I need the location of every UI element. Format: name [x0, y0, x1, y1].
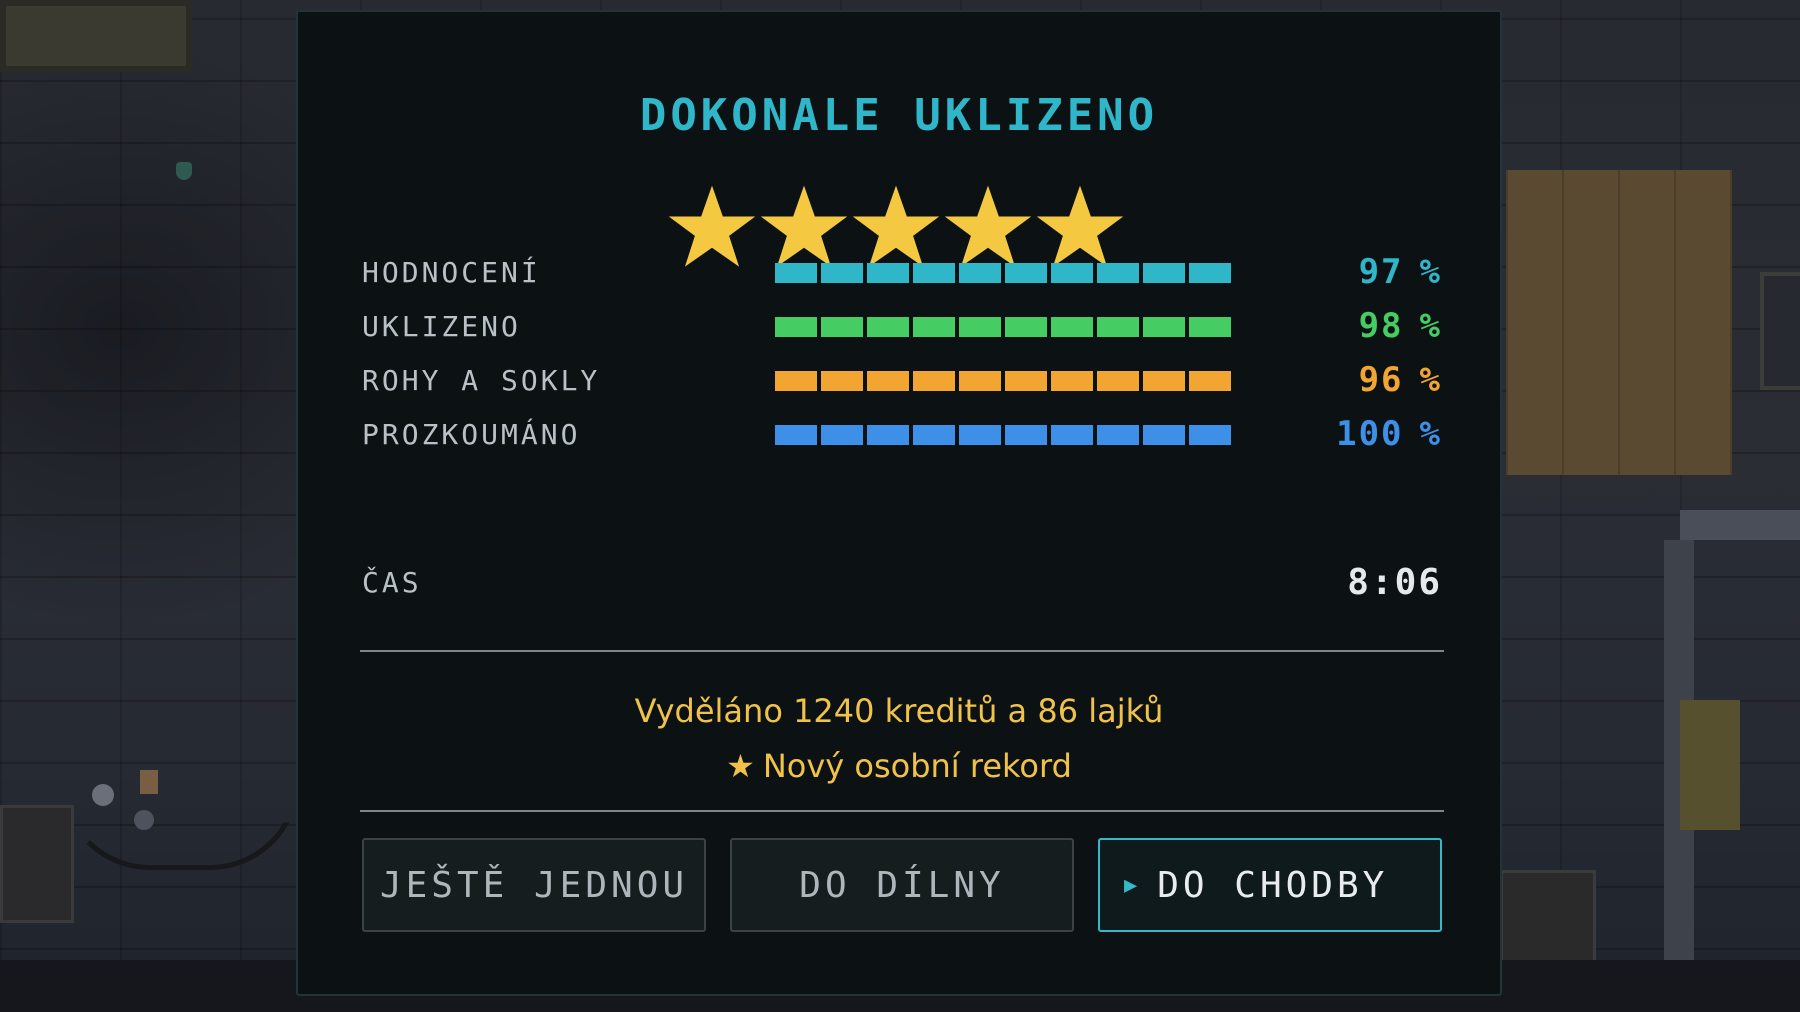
results-title: DOKONALE UKLIZENO [639, 90, 1159, 141]
pipe [1680, 510, 1800, 540]
progress-segment [1143, 371, 1185, 391]
play-again-button[interactable]: JEŠTĚ JEDNOU [362, 838, 706, 932]
progress-segment [1005, 317, 1047, 337]
machine [0, 805, 74, 923]
progress-segment [959, 425, 1001, 445]
progress-segment [867, 425, 909, 445]
progress-segment [1189, 263, 1231, 283]
cabinet [1500, 870, 1596, 966]
progress-segment [1189, 317, 1231, 337]
stat-row: UKLIZENO 98% [362, 306, 1442, 346]
stat-number: 97 [1358, 252, 1404, 292]
progress-segment [913, 317, 955, 337]
stat-row: ROHY A SOKLY 96% [362, 360, 1442, 400]
play-again-label: JEŠTĚ JEDNOU [379, 864, 689, 906]
record-text: Nový osobní rekord [762, 747, 1072, 785]
progress-segment [1189, 371, 1231, 391]
stat-label: UKLIZENO [362, 310, 521, 343]
progress-segment [1051, 371, 1093, 391]
workshop-button[interactable]: DO DÍLNY [730, 838, 1074, 932]
stat-row: PROZKOUMÁNO 100% [362, 414, 1442, 454]
progress-segment [821, 263, 863, 283]
stat-unit: % [1419, 414, 1442, 454]
stat-label: PROZKOUMÁNO [362, 418, 581, 451]
stat-unit: % [1419, 306, 1442, 346]
progress-segment [913, 371, 955, 391]
stat-unit: % [1419, 252, 1442, 292]
progress-segment [1143, 425, 1185, 445]
progress-segment [821, 371, 863, 391]
progress-segment [867, 263, 909, 283]
stat-number: 98 [1358, 306, 1404, 346]
stat-value: 100% [1336, 414, 1442, 454]
stat-unit: % [1419, 360, 1442, 400]
progress-segment [959, 263, 1001, 283]
stat-label: HODNOCENÍ [362, 256, 541, 289]
wall-lamp [176, 162, 192, 180]
dust-ball [92, 784, 114, 806]
results-dialog: DOKONALE UKLIZENO HODNOCENÍ 97% UKLIZENO 98… [296, 10, 1502, 996]
earned-rewards-text: Vyděláno 1240 kreditů a 86 lajků [634, 692, 1164, 730]
progress-segment [775, 263, 817, 283]
cup [140, 770, 158, 794]
progress-segment [913, 263, 955, 283]
divider [360, 650, 1444, 652]
corridor-button[interactable]: ▶ DO CHODBY [1098, 838, 1442, 932]
floor-lamp [1680, 700, 1740, 830]
stat-value: 98% [1359, 306, 1442, 346]
progress-segment [1097, 317, 1139, 337]
star-icon: ★ [726, 747, 755, 785]
progress-segment [1005, 371, 1047, 391]
progress-segment [775, 425, 817, 445]
wooden-door [1506, 170, 1732, 475]
time-row: ČAS 8:06 [362, 562, 1442, 603]
stat-label: ROHY A SOKLY [362, 364, 601, 397]
progress-segment [775, 371, 817, 391]
stat-progress-bar [775, 263, 1231, 283]
time-label: ČAS [362, 566, 422, 599]
wall-picture-frame [0, 0, 192, 72]
stat-row: HODNOCENÍ 97% [362, 252, 1442, 292]
progress-segment [821, 317, 863, 337]
progress-segment [1143, 317, 1185, 337]
progress-segment [959, 371, 1001, 391]
personal-record: ★ Nový osobní rekord [298, 747, 1500, 785]
stat-progress-bar [775, 317, 1231, 337]
stat-number: 100 [1336, 414, 1404, 454]
stat-value: 96% [1359, 360, 1442, 400]
progress-segment [867, 371, 909, 391]
stat-progress-bar [775, 371, 1231, 391]
progress-segment [1005, 263, 1047, 283]
progress-segment [821, 425, 863, 445]
progress-segment [959, 317, 1001, 337]
progress-segment [1051, 317, 1093, 337]
stat-value: 97% [1359, 252, 1442, 292]
progress-segment [1005, 425, 1047, 445]
progress-segment [1189, 425, 1231, 445]
stat-progress-bar [775, 425, 1231, 445]
progress-segment [1143, 263, 1185, 283]
stat-number: 96 [1358, 360, 1404, 400]
workshop-label: DO DÍLNY [799, 864, 1005, 906]
progress-segment [913, 425, 955, 445]
progress-segment [867, 317, 909, 337]
progress-segment [1051, 263, 1093, 283]
wall-monitor [1760, 272, 1800, 390]
progress-segment [1097, 425, 1139, 445]
progress-segment [1097, 263, 1139, 283]
progress-segment [1051, 425, 1093, 445]
time-value: 8:06 [1347, 562, 1442, 603]
divider [360, 810, 1444, 812]
dust-ball [134, 810, 154, 830]
progress-segment [1097, 371, 1139, 391]
corridor-label: DO CHODBY [1157, 864, 1389, 906]
caret-right-icon: ▶ [1124, 872, 1138, 898]
progress-segment [775, 317, 817, 337]
